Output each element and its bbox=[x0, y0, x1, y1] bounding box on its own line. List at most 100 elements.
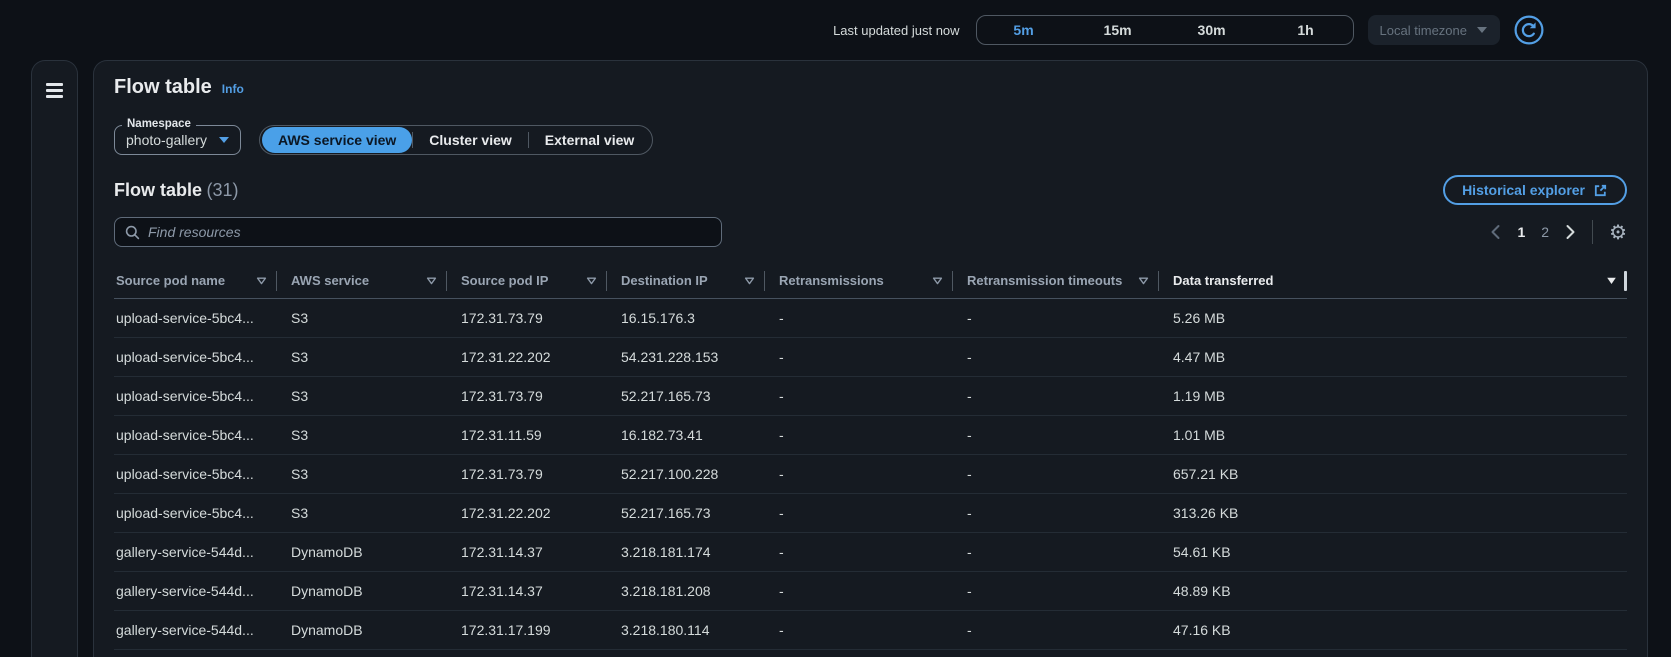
time-range-30m[interactable]: 30m bbox=[1165, 16, 1259, 44]
view-tab-external-view[interactable]: External view bbox=[529, 127, 651, 153]
cell-data-transferred: 5.26 MB bbox=[1159, 299, 1627, 337]
timezone-label: Local timezone bbox=[1380, 23, 1467, 38]
column-header-retransmission-timeouts[interactable]: Retransmission timeouts bbox=[953, 263, 1159, 298]
last-updated-text: Last updated just now bbox=[833, 23, 959, 38]
column-filter-icon bbox=[586, 277, 597, 285]
column-header-aws-service[interactable]: AWS service bbox=[277, 263, 447, 298]
column-label: Destination IP bbox=[621, 273, 708, 288]
column-header-retransmissions[interactable]: Retransmissions bbox=[765, 263, 953, 298]
historical-explorer-button[interactable]: Historical explorer bbox=[1443, 175, 1627, 205]
cell-retransmissions: - bbox=[765, 299, 953, 337]
settings-gear-button[interactable]: ⚙ bbox=[1609, 222, 1627, 242]
time-range-15m[interactable]: 15m bbox=[1071, 16, 1165, 44]
cell-retransmission-timeouts: - bbox=[953, 611, 1159, 649]
cell-destination-ip: 3.218.181.174 bbox=[607, 533, 765, 571]
table-toolbar: 12 ⚙ bbox=[114, 217, 1627, 247]
cell-source-pod-name: upload-service-5bc4... bbox=[114, 299, 277, 337]
table-title: Flow table bbox=[114, 180, 202, 200]
cell-source-pod-name: gallery-service-544d... bbox=[114, 572, 277, 610]
table-header-row: Source pod name AWS service Source pod IP D… bbox=[114, 263, 1627, 299]
time-range-1h[interactable]: 1h bbox=[1259, 16, 1353, 44]
previous-page-button[interactable] bbox=[1490, 224, 1501, 240]
column-header-source-pod-ip[interactable]: Source pod IP bbox=[447, 263, 607, 298]
cell-retransmission-timeouts: - bbox=[953, 572, 1159, 610]
cell-retransmissions: - bbox=[765, 338, 953, 376]
content-area: Flow table Info Namespace photo-gallery … bbox=[0, 60, 1671, 657]
cell-aws-service: S3 bbox=[277, 494, 447, 532]
menu-button[interactable] bbox=[46, 83, 63, 657]
cell-retransmissions: - bbox=[765, 611, 953, 649]
cell-retransmission-timeouts: - bbox=[953, 455, 1159, 493]
page-1[interactable]: 1 bbox=[1517, 224, 1525, 240]
cell-source-pod-ip: 172.31.73.79 bbox=[447, 455, 607, 493]
cell-aws-service: S3 bbox=[277, 377, 447, 415]
view-tab-aws-service-view[interactable]: AWS service view bbox=[262, 127, 412, 153]
cell-destination-ip: 54.231.228.153 bbox=[607, 338, 765, 376]
table-row: gallery-service-544d...DynamoDB172.31.17… bbox=[114, 611, 1627, 650]
namespace-value: photo-gallery bbox=[126, 132, 207, 148]
cell-aws-service: S3 bbox=[277, 338, 447, 376]
cell-retransmissions: - bbox=[765, 455, 953, 493]
page-2[interactable]: 2 bbox=[1541, 224, 1549, 240]
column-filter-icon bbox=[1138, 277, 1149, 285]
controls-row: Namespace photo-gallery AWS service view… bbox=[114, 125, 1627, 155]
search-icon bbox=[125, 225, 140, 240]
cell-retransmission-timeouts: - bbox=[953, 416, 1159, 454]
time-range-5m[interactable]: 5m bbox=[977, 16, 1071, 44]
cell-retransmission-timeouts: - bbox=[953, 494, 1159, 532]
cell-source-pod-name: upload-service-5bc4... bbox=[114, 338, 277, 376]
cell-aws-service: DynamoDB bbox=[277, 572, 447, 610]
cell-source-pod-ip: 172.31.17.199 bbox=[447, 611, 607, 649]
top-bar: Last updated just now 5m15m30m1h Local t… bbox=[0, 0, 1671, 60]
cell-retransmission-timeouts: - bbox=[953, 338, 1159, 376]
cell-destination-ip: 16.15.176.3 bbox=[607, 299, 765, 337]
cell-source-pod-name: upload-service-5bc4... bbox=[114, 455, 277, 493]
column-header-source-pod-name[interactable]: Source pod name bbox=[114, 263, 277, 298]
page-title: Flow table bbox=[114, 75, 212, 99]
table-row: gallery-service-544d...DynamoDB172.31.14… bbox=[114, 572, 1627, 611]
table-count: (31) bbox=[206, 180, 238, 200]
cell-data-transferred: 657.21 KB bbox=[1159, 455, 1627, 493]
cell-retransmission-timeouts: - bbox=[953, 377, 1159, 415]
info-link[interactable]: Info bbox=[222, 82, 244, 96]
cell-source-pod-ip: 172.31.22.202 bbox=[447, 494, 607, 532]
column-header-destination-ip[interactable]: Destination IP bbox=[607, 263, 765, 298]
cell-aws-service: DynamoDB bbox=[277, 611, 447, 649]
cell-data-transferred: 54.61 KB bbox=[1159, 533, 1627, 571]
column-header-data-transferred[interactable]: Data transferred bbox=[1159, 263, 1627, 298]
view-toggle-group: AWS service viewCluster viewExternal vie… bbox=[259, 125, 653, 155]
cell-source-pod-ip: 172.31.11.59 bbox=[447, 416, 607, 454]
refresh-button[interactable] bbox=[1514, 15, 1544, 45]
cell-destination-ip: 3.218.181.208 bbox=[607, 572, 765, 610]
column-label: Data transferred bbox=[1173, 273, 1273, 288]
cell-retransmissions: - bbox=[765, 494, 953, 532]
next-page-button[interactable] bbox=[1565, 224, 1576, 240]
column-label: Retransmissions bbox=[779, 273, 884, 288]
column-resize-handle[interactable] bbox=[1624, 271, 1627, 291]
cell-source-pod-name: upload-service-5bc4... bbox=[114, 416, 277, 454]
cell-destination-ip: 52.217.165.73 bbox=[607, 377, 765, 415]
cell-source-pod-ip: 172.31.73.79 bbox=[447, 299, 607, 337]
cell-retransmissions: - bbox=[765, 416, 953, 454]
settings-gear-icon: ⚙ bbox=[1609, 220, 1627, 244]
table-row: upload-service-5bc4...S3172.31.11.5916.1… bbox=[114, 416, 1627, 455]
namespace-select[interactable]: Namespace photo-gallery bbox=[114, 125, 241, 155]
view-tab-cluster-view[interactable]: Cluster view bbox=[413, 127, 527, 153]
cell-source-pod-name: upload-service-5bc4... bbox=[114, 494, 277, 532]
cell-data-transferred: 313.26 KB bbox=[1159, 494, 1627, 532]
table-row: upload-service-5bc4...S3172.31.73.7916.1… bbox=[114, 299, 1627, 338]
cell-source-pod-name: upload-service-5bc4... bbox=[114, 377, 277, 415]
table-section-header: Flow table (31) Historical explorer bbox=[114, 175, 1627, 205]
cell-retransmissions: - bbox=[765, 377, 953, 415]
column-label: Source pod IP bbox=[461, 273, 548, 288]
cell-source-pod-ip: 172.31.14.37 bbox=[447, 572, 607, 610]
search-input[interactable] bbox=[148, 224, 711, 240]
cell-retransmission-timeouts: - bbox=[953, 533, 1159, 571]
timezone-select[interactable]: Local timezone bbox=[1368, 15, 1500, 45]
cell-retransmission-timeouts: - bbox=[953, 299, 1159, 337]
namespace-label: Namespace bbox=[122, 117, 196, 131]
main-panel: Flow table Info Namespace photo-gallery … bbox=[93, 60, 1648, 657]
column-label: AWS service bbox=[291, 273, 369, 288]
table-row: upload-service-5bc4...S3172.31.73.7952.2… bbox=[114, 377, 1627, 416]
cell-retransmissions: - bbox=[765, 533, 953, 571]
